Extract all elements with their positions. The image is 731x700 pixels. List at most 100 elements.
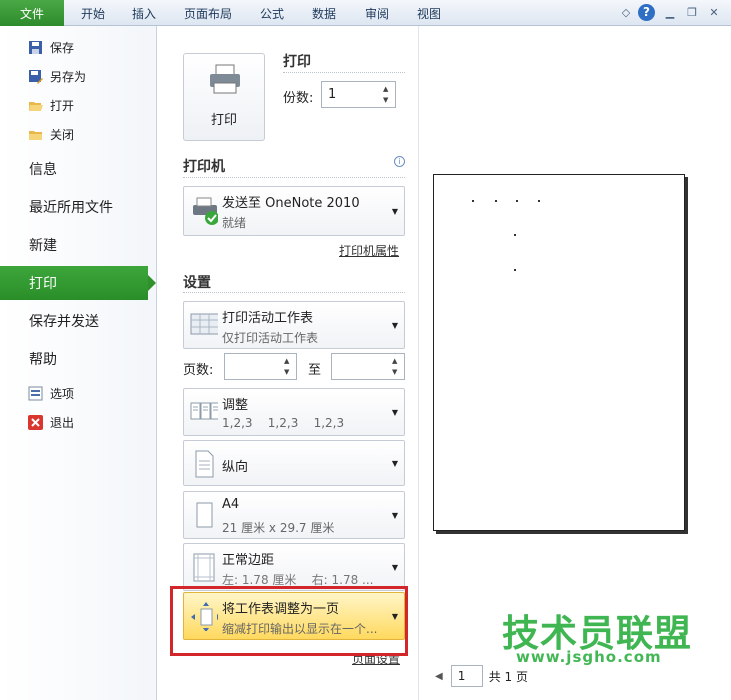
nav-close-label: 关闭	[50, 127, 75, 142]
page-navigator: ◀ 1 共 1 页	[435, 665, 528, 687]
divider	[183, 292, 405, 293]
watermark-url: www.jsgho.com	[516, 648, 662, 666]
minimize-icon[interactable]: ▁	[662, 5, 678, 21]
paper-title: A4	[222, 497, 240, 512]
tab-insert[interactable]: 插入	[132, 0, 156, 26]
tab-review[interactable]: 审阅	[365, 0, 389, 26]
tab-data[interactable]: 数据	[312, 0, 336, 26]
page-number-input[interactable]: 1	[450, 665, 483, 687]
nav-recent-label: 最近所用文件	[29, 200, 113, 216]
printer-icon	[210, 64, 240, 94]
collate-select[interactable]: 调整 1,2,3 1,2,3 1,2,3 ▼	[183, 388, 405, 436]
ribbon-tabs: 文件 开始 插入 页面布局 公式 数据 审阅 视图 ◇ ? ▁ ❐ ✕	[0, 0, 731, 26]
nav-help-label: 帮助	[29, 352, 57, 368]
printer-title: 打印机	[183, 159, 225, 175]
nav-save-as-label: 另存为	[50, 69, 87, 84]
open-folder-icon	[28, 98, 43, 113]
copies-label: 份数:	[283, 91, 314, 106]
preview-mark	[472, 200, 474, 202]
spin-down-icon[interactable]: ▼	[392, 368, 401, 376]
chevron-down-icon: ▼	[391, 563, 398, 572]
worksheet-icon	[190, 313, 218, 335]
pages-from-input[interactable]: ▲ ▼	[224, 353, 297, 380]
nav-close[interactable]: 关闭	[28, 123, 74, 145]
spin-down-icon[interactable]: ▼	[284, 368, 293, 376]
nav-open[interactable]: 打开	[28, 94, 74, 116]
nav-help[interactable]: 帮助	[0, 342, 157, 376]
preview-mark	[538, 200, 540, 202]
preview-mark	[514, 234, 516, 236]
nav-options[interactable]: 选项	[28, 382, 74, 404]
nav-save-label: 保存	[50, 40, 75, 55]
nav-new[interactable]: 新建	[0, 228, 157, 262]
tab-formulas[interactable]: 公式	[260, 0, 284, 26]
nav-new-label: 新建	[29, 238, 57, 254]
exit-icon	[28, 414, 43, 430]
nav-recent[interactable]: 最近所用文件	[0, 190, 157, 224]
preview-mark	[514, 269, 516, 271]
nav-exit-label: 退出	[50, 415, 75, 430]
nav-print-label: 打印	[29, 276, 57, 292]
tab-view[interactable]: 视图	[417, 0, 441, 26]
pages-label: 页数:	[183, 363, 214, 378]
nav-info[interactable]: 信息	[0, 152, 157, 186]
copies-value: 1	[328, 87, 337, 102]
options-icon	[28, 386, 43, 401]
info-icon[interactable]: i	[394, 156, 405, 167]
backstage-nav: 保存 另存为 打开 关闭 信息 最近所用文件 新建 打印 保存并发送 帮助 选项…	[0, 26, 157, 700]
orientation-title: 纵向	[222, 460, 249, 475]
margins-title: 正常边距	[222, 553, 275, 568]
help-icon[interactable]: ?	[638, 4, 655, 21]
pages-to-input[interactable]: ▲ ▼	[331, 353, 405, 380]
copies-input[interactable]: 1 ▲ ▼	[321, 81, 396, 108]
chevron-down-icon: ▼	[391, 459, 398, 468]
minimize-ribbon-icon[interactable]: ◇	[618, 5, 634, 21]
collate-title: 调整	[222, 398, 249, 413]
orientation-select[interactable]: 纵向 ▼	[183, 440, 405, 486]
paper-size-select[interactable]: A4 21 厘米 x 29.7 厘米 ▼	[183, 491, 405, 539]
highlight-box	[170, 586, 408, 656]
tab-file[interactable]: 文件	[0, 0, 64, 26]
margins-select[interactable]: 正常边距 左: 1.78 厘米 右: 1.78 ... ▼	[183, 543, 405, 591]
tab-page-layout[interactable]: 页面布局	[184, 0, 232, 26]
printer-properties-link[interactable]: 打印机属性	[339, 242, 399, 259]
spin-up-icon[interactable]: ▲	[284, 357, 293, 365]
close-icon[interactable]: ✕	[706, 5, 722, 21]
nav-options-label: 选项	[50, 386, 75, 401]
to-label: 至	[308, 363, 322, 378]
spin-down-icon[interactable]: ▼	[383, 96, 392, 104]
nav-exit[interactable]: 退出	[28, 411, 74, 433]
print-button-label: 打印	[210, 113, 237, 128]
prev-page-icon[interactable]: ◀	[435, 671, 443, 682]
paper-icon	[196, 502, 213, 528]
close-folder-icon	[28, 127, 43, 142]
collate-icon	[190, 402, 218, 420]
preview-page	[433, 174, 685, 531]
print-title: 打印	[283, 54, 311, 70]
tab-home[interactable]: 开始	[81, 0, 105, 26]
nav-save-as[interactable]: 另存为	[28, 65, 86, 87]
chevron-down-icon: ▼	[391, 511, 398, 520]
printer-select[interactable]: 发送至 OneNote 2010 就绪 ▼	[183, 186, 405, 236]
spin-up-icon[interactable]: ▲	[383, 85, 392, 93]
divider	[183, 177, 405, 178]
settings-title: 设置	[183, 275, 211, 291]
nav-save[interactable]: 保存	[28, 36, 74, 58]
printer-ready-icon	[193, 197, 218, 225]
nav-print[interactable]: 打印	[0, 266, 156, 300]
chevron-down-icon: ▼	[391, 207, 398, 216]
save-icon	[28, 40, 43, 55]
chevron-down-icon: ▼	[391, 408, 398, 417]
divider	[283, 72, 405, 73]
printer-name: 发送至 OneNote 2010	[222, 196, 360, 211]
printer-status: 就绪	[222, 216, 247, 230]
restore-icon[interactable]: ❐	[684, 5, 700, 21]
save-as-icon	[28, 69, 43, 84]
print-button[interactable]: 打印	[183, 53, 265, 141]
margins-icon	[193, 553, 215, 582]
nav-save-send-label: 保存并发送	[29, 314, 99, 330]
nav-open-label: 打开	[50, 98, 75, 113]
nav-save-send[interactable]: 保存并发送	[0, 304, 157, 338]
print-what-select[interactable]: 打印活动工作表 仅打印活动工作表 ▼	[183, 301, 405, 349]
spin-up-icon[interactable]: ▲	[392, 357, 401, 365]
